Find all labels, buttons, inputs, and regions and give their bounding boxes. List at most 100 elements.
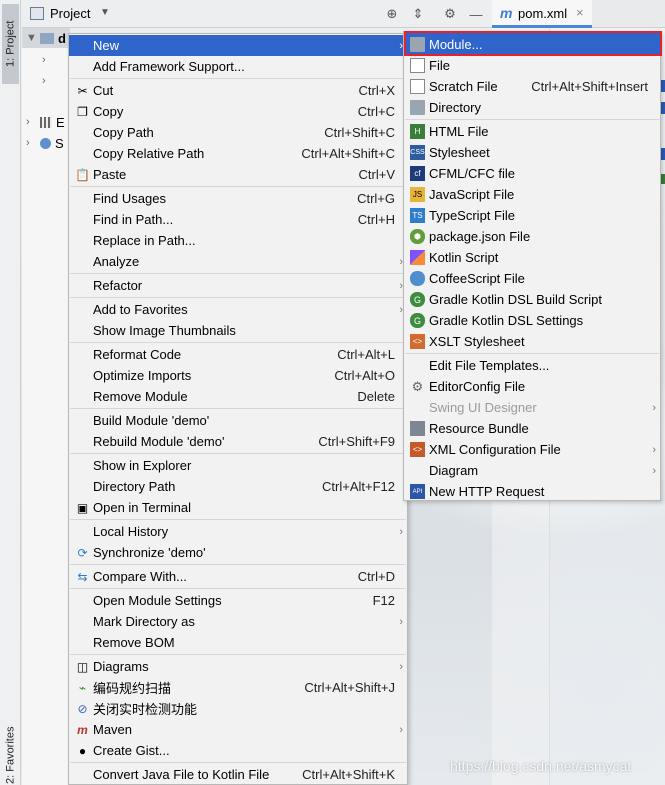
menu-item-compare-with[interactable]: ⇆ Compare With... Ctrl+D bbox=[69, 566, 407, 587]
menu-item-synchronize-demo[interactable]: ⟳ Synchronize 'demo' bbox=[69, 542, 407, 563]
menu-item-open-in-terminal[interactable]: ▣ Open in Terminal bbox=[69, 497, 407, 518]
maven-icon: m bbox=[77, 722, 88, 737]
close-icon[interactable]: × bbox=[576, 5, 584, 20]
menu-separator bbox=[70, 762, 406, 763]
typescript-icon: TS bbox=[410, 208, 425, 223]
menu-item-mark-directory-as[interactable]: Mark Directory as › bbox=[69, 611, 407, 632]
submenu-item-new-http-request[interactable]: API New HTTP Request bbox=[404, 481, 660, 502]
menu-item-paste[interactable]: 📋 Paste Ctrl+V bbox=[69, 164, 407, 185]
resource-bundle-icon bbox=[410, 421, 425, 436]
project-tool-tab[interactable]: 1: Project bbox=[2, 4, 19, 84]
menu-item-add-to-favorites[interactable]: Add to Favorites › bbox=[69, 299, 407, 320]
submenu-item-xslt-stylesheet[interactable]: <> XSLT Stylesheet bbox=[404, 331, 660, 352]
menu-item-label: Create Gist... bbox=[93, 743, 170, 758]
menu-item-optimize-imports[interactable]: Optimize Imports Ctrl+Alt+O bbox=[69, 365, 407, 386]
menu-item-refactor[interactable]: Refactor › bbox=[69, 275, 407, 296]
menu-item-diagrams[interactable]: ◫ Diagrams › bbox=[69, 656, 407, 677]
submenu-item-editorconfig-file[interactable]: ⚙ EditorConfig File bbox=[404, 376, 660, 397]
menu-item-remove-module[interactable]: Remove Module Delete bbox=[69, 386, 407, 407]
menu-item-reformat-code[interactable]: Reformat Code Ctrl+Alt+L bbox=[69, 344, 407, 365]
submenu-item-diagram[interactable]: Diagram › bbox=[404, 460, 660, 481]
menu-item-label: EditorConfig File bbox=[429, 379, 526, 394]
menu-item-add-framework-support[interactable]: Add Framework Support... bbox=[69, 56, 407, 77]
menu-item-replace-in-path[interactable]: Replace in Path... bbox=[69, 230, 407, 251]
tree-item-label: E bbox=[56, 114, 65, 130]
menu-item-label: Remove Module bbox=[93, 389, 188, 404]
menu-item-build-module-demo[interactable]: Build Module 'demo' bbox=[69, 410, 407, 431]
tree-item[interactable]: › bbox=[22, 50, 70, 70]
menu-item-convert-java-file-to-kotlin-file[interactable]: Convert Java File to Kotlin File Ctrl+Alt… bbox=[69, 764, 407, 785]
menu-item-copy-path[interactable]: Copy Path Ctrl+Shift+C bbox=[69, 122, 407, 143]
menu-item-cut[interactable]: ✂ Cut Ctrl+X bbox=[69, 80, 407, 101]
copy-icon: ❐ bbox=[77, 104, 88, 119]
menu-item-open-module-settings[interactable]: Open Module Settings F12 bbox=[69, 590, 407, 611]
submenu-item-module[interactable]: Module... bbox=[404, 34, 660, 55]
submenu-item-typescript-file[interactable]: TS TypeScript File bbox=[404, 205, 660, 226]
menu-item-label: Compare With... bbox=[93, 569, 187, 584]
submenu-item-scratch-file[interactable]: Scratch File Ctrl+Alt+Shift+Insert bbox=[404, 76, 660, 97]
menu-item-create-gist[interactable]: ● Create Gist... bbox=[69, 740, 407, 761]
tree-item[interactable]: › bbox=[22, 71, 70, 91]
menu-item-label: File bbox=[429, 58, 450, 73]
hide-icon[interactable]: — bbox=[468, 6, 484, 22]
submenu-item-cfml-cfc-file[interactable]: cf CFML/CFC file bbox=[404, 163, 660, 184]
menu-separator bbox=[70, 342, 406, 343]
github-icon: ● bbox=[78, 743, 87, 758]
tree-root[interactable]: ▼ d bbox=[22, 28, 70, 48]
diagram-icon: ◫ bbox=[76, 659, 89, 674]
submenu-item-html-file[interactable]: H HTML File bbox=[404, 121, 660, 142]
menu-item-label: Resource Bundle bbox=[429, 421, 529, 436]
menu-item-item[interactable]: ⊘ 关闭实时检测功能 bbox=[69, 698, 407, 719]
chevron-right-icon: › bbox=[42, 75, 46, 87]
menu-item-show-in-explorer[interactable]: Show in Explorer bbox=[69, 455, 407, 476]
locate-icon[interactable]: ⊕ bbox=[384, 6, 400, 22]
submenu-item-gradle-kotlin-dsl-settings[interactable]: G Gradle Kotlin DSL Settings bbox=[404, 310, 660, 331]
editor-tab-pom[interactable]: m pom.xml × bbox=[492, 0, 592, 28]
chevron-down-icon[interactable]: ▼ bbox=[100, 7, 110, 18]
tree-item-scratches[interactable]: › S bbox=[22, 133, 70, 153]
menu-item-item[interactable]: ⌁ 编码规约扫描 Ctrl+Alt+Shift+J bbox=[69, 677, 407, 698]
submenu-item-javascript-file[interactable]: JS JavaScript File bbox=[404, 184, 660, 205]
menu-item-label: XSLT Stylesheet bbox=[429, 334, 525, 349]
submenu-item-coffeescript-file[interactable]: CoffeeScript File bbox=[404, 268, 660, 289]
tree-item-external-libraries[interactable]: › E bbox=[22, 112, 70, 132]
menu-item-local-history[interactable]: Local History › bbox=[69, 521, 407, 542]
submenu-item-package-json-file[interactable]: ⬢ package.json File bbox=[404, 226, 660, 247]
submenu-item-kotlin-script[interactable]: Kotlin Script bbox=[404, 247, 660, 268]
menu-item-label: Scratch File bbox=[429, 79, 498, 94]
menu-item-find-usages[interactable]: Find Usages Ctrl+G bbox=[69, 188, 407, 209]
menu-item-maven[interactable]: m Maven › bbox=[69, 719, 407, 740]
menu-item-label: Synchronize 'demo' bbox=[93, 545, 206, 560]
menu-item-copy[interactable]: ❐ Copy Ctrl+C bbox=[69, 101, 407, 122]
submenu-item-edit-file-templates[interactable]: Edit File Templates... bbox=[404, 355, 660, 376]
submenu-item-directory[interactable]: Directory bbox=[404, 97, 660, 118]
favorites-tool-tab[interactable]: 2: Favorites bbox=[2, 725, 19, 785]
menu-item-label: Gradle Kotlin DSL Settings bbox=[429, 313, 584, 328]
menu-item-analyze[interactable]: Analyze › bbox=[69, 251, 407, 272]
sync-icon: ⟳ bbox=[77, 545, 88, 560]
collapse-icon[interactable]: ⇕ bbox=[410, 6, 426, 22]
left-tool-strip: 1: Project 2: Favorites bbox=[0, 0, 21, 785]
menu-item-shortcut: Ctrl+D bbox=[357, 569, 395, 584]
submenu-item-resource-bundle[interactable]: Resource Bundle bbox=[404, 418, 660, 439]
menu-item-new[interactable]: New › bbox=[69, 35, 407, 56]
gear-icon[interactable]: ⚙ bbox=[442, 6, 458, 22]
menu-item-label: Directory bbox=[429, 100, 482, 115]
chevron-right-icon: › bbox=[42, 54, 46, 66]
submenu-item-xml-configuration-file[interactable]: <> XML Configuration File › bbox=[404, 439, 660, 460]
menu-item-shortcut: Ctrl+Alt+Shift+K bbox=[302, 767, 395, 782]
menu-separator bbox=[70, 273, 406, 274]
menu-item-show-image-thumbnails[interactable]: Show Image Thumbnails bbox=[69, 320, 407, 341]
submenu-item-gradle-kotlin-dsl-build-script[interactable]: G Gradle Kotlin DSL Build Script bbox=[404, 289, 660, 310]
submenu-item-stylesheet[interactable]: CSS Stylesheet bbox=[404, 142, 660, 163]
menu-item-label: New HTTP Request bbox=[429, 484, 545, 499]
panel-title[interactable]: Project bbox=[50, 6, 90, 21]
gradle-icon: G bbox=[410, 313, 425, 328]
menu-item-remove-bom[interactable]: Remove BOM bbox=[69, 632, 407, 653]
menu-item-copy-relative-path[interactable]: Copy Relative Path Ctrl+Alt+Shift+C bbox=[69, 143, 407, 164]
menu-item-directory-path[interactable]: Directory Path Ctrl+Alt+F12 bbox=[69, 476, 407, 497]
submenu-item-file[interactable]: File bbox=[404, 55, 660, 76]
project-tree: ▼ d › › › E › S bbox=[22, 28, 70, 785]
menu-item-rebuild-module-demo[interactable]: Rebuild Module 'demo' Ctrl+Shift+F9 bbox=[69, 431, 407, 452]
menu-item-find-in-path[interactable]: Find in Path... Ctrl+H bbox=[69, 209, 407, 230]
